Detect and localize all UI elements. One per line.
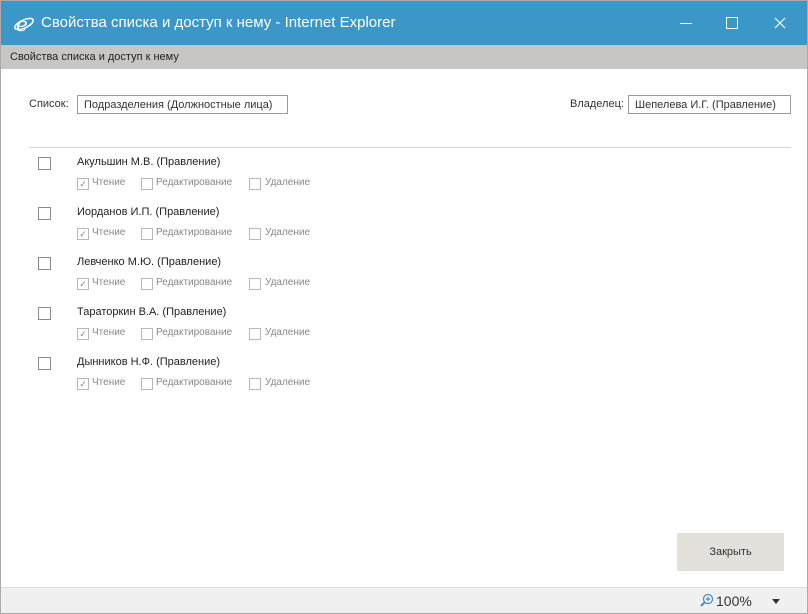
- read-permission-checkbox[interactable]: ✓: [77, 378, 89, 390]
- page-header: Свойства списка и доступ к нему: [1, 45, 807, 69]
- edit-permission-checkbox[interactable]: [141, 278, 153, 290]
- edit-permission-checkbox[interactable]: [141, 328, 153, 340]
- list-field[interactable]: Подразделения (Должностные лица): [77, 95, 288, 114]
- read-permission-label: Чтение: [92, 327, 126, 338]
- list-label: Список:: [29, 98, 69, 110]
- maximize-icon: [726, 17, 738, 29]
- read-permission-label: Чтение: [92, 277, 126, 288]
- status-bar: 100%: [1, 587, 807, 613]
- browser-window: e Свойства списка и доступ к нему - Inte…: [0, 0, 808, 614]
- user-name: Акульшин М.В. (Правление): [77, 156, 221, 168]
- delete-permission-checkbox[interactable]: [249, 378, 261, 390]
- owner-field[interactable]: Шепелева И.Г. (Правление): [628, 95, 791, 114]
- svg-text:e: e: [16, 12, 28, 35]
- user-name: Тараторкин В.А. (Правление): [77, 306, 227, 318]
- edit-permission-checkbox[interactable]: [141, 378, 153, 390]
- user-row: Акульшин М.В. (Правление) ✓ Чтение Редактир…: [1, 156, 807, 209]
- user-row: Тараторкин В.А. (Правление) ✓ Чтение Редакт…: [1, 306, 807, 359]
- delete-permission-label: Удаление: [265, 177, 311, 188]
- user-name: Дынников Н.Ф. (Правление): [77, 356, 221, 368]
- select-user-checkbox[interactable]: [38, 307, 51, 320]
- zoom-icon[interactable]: [700, 593, 714, 607]
- delete-permission-label: Удаление: [265, 327, 311, 338]
- read-permission-checkbox[interactable]: ✓: [77, 278, 89, 290]
- delete-permission-checkbox[interactable]: [249, 178, 261, 190]
- delete-permission-label: Удаление: [265, 377, 311, 388]
- edit-permission-label: Редактирование: [156, 377, 233, 388]
- delete-permission-checkbox[interactable]: [249, 328, 261, 340]
- read-permission-checkbox[interactable]: ✓: [77, 178, 89, 190]
- minimize-button[interactable]: [663, 1, 709, 45]
- select-user-checkbox[interactable]: [38, 207, 51, 220]
- edit-permission-checkbox[interactable]: [141, 178, 153, 190]
- delete-permission-label: Удаление: [265, 227, 311, 238]
- edit-permission-label: Редактирование: [156, 277, 233, 288]
- user-row: Иорданов И.П. (Правление) ✓ Чтение Редактир…: [1, 206, 807, 259]
- read-permission-label: Чтение: [92, 177, 126, 188]
- user-row: Левченко М.Ю. (Правление) ✓ Чтение Редактир…: [1, 256, 807, 309]
- maximize-button[interactable]: [709, 1, 755, 45]
- close-icon: [774, 17, 786, 29]
- edit-permission-label: Редактирование: [156, 177, 233, 188]
- read-permission-label: Чтение: [92, 377, 126, 388]
- zoom-dropdown-icon[interactable]: [772, 599, 780, 604]
- divider: [29, 147, 791, 148]
- read-permission-checkbox[interactable]: ✓: [77, 228, 89, 240]
- edit-permission-checkbox[interactable]: [141, 228, 153, 240]
- delete-permission-checkbox[interactable]: [249, 278, 261, 290]
- delete-permission-label: Удаление: [265, 277, 311, 288]
- select-user-checkbox[interactable]: [38, 357, 51, 370]
- minimize-icon: [680, 22, 692, 24]
- select-user-checkbox[interactable]: [38, 157, 51, 170]
- owner-label: Владелец:: [570, 98, 624, 110]
- user-name: Иорданов И.П. (Правление): [77, 206, 220, 218]
- internet-explorer-icon: e: [14, 12, 34, 35]
- edit-permission-label: Редактирование: [156, 327, 233, 338]
- edit-permission-label: Редактирование: [156, 227, 233, 238]
- window-title: Свойства списка и доступ к нему - Intern…: [41, 14, 396, 31]
- delete-permission-checkbox[interactable]: [249, 228, 261, 240]
- close-button[interactable]: Закрыть: [677, 533, 784, 571]
- title-bar[interactable]: e Свойства списка и доступ к нему - Inte…: [1, 1, 807, 45]
- user-name: Левченко М.Ю. (Правление): [77, 256, 222, 268]
- select-user-checkbox[interactable]: [38, 257, 51, 270]
- user-row: Дынников Н.Ф. (Правление) ✓ Чтение Редактир…: [1, 356, 807, 409]
- read-permission-label: Чтение: [92, 227, 126, 238]
- zoom-level[interactable]: 100%: [716, 593, 752, 609]
- close-window-button[interactable]: [757, 1, 803, 45]
- read-permission-checkbox[interactable]: ✓: [77, 328, 89, 340]
